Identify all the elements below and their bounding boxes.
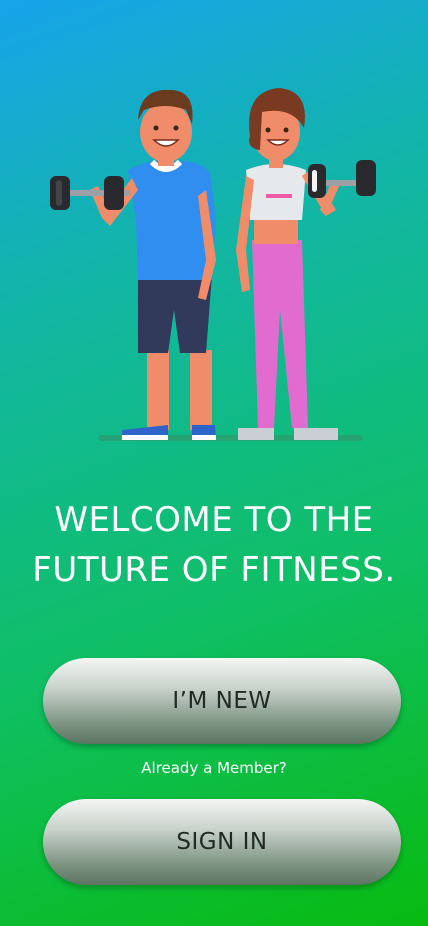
im-new-button-label: I’M NEW xyxy=(172,688,272,714)
welcome-heading: WELCOME TO THE FUTURE OF FITNESS. xyxy=(0,495,428,595)
welcome-line-1: WELCOME TO THE xyxy=(54,500,374,540)
im-new-button[interactable]: I’M NEW xyxy=(43,658,401,744)
sign-in-button[interactable]: SIGN IN xyxy=(43,799,401,885)
sign-in-button-label: SIGN IN xyxy=(176,829,268,855)
fitness-couple-illustration xyxy=(50,88,376,441)
already-member-text: Already a Member? xyxy=(141,759,287,777)
welcome-line-2: FUTURE OF FITNESS. xyxy=(32,550,396,590)
